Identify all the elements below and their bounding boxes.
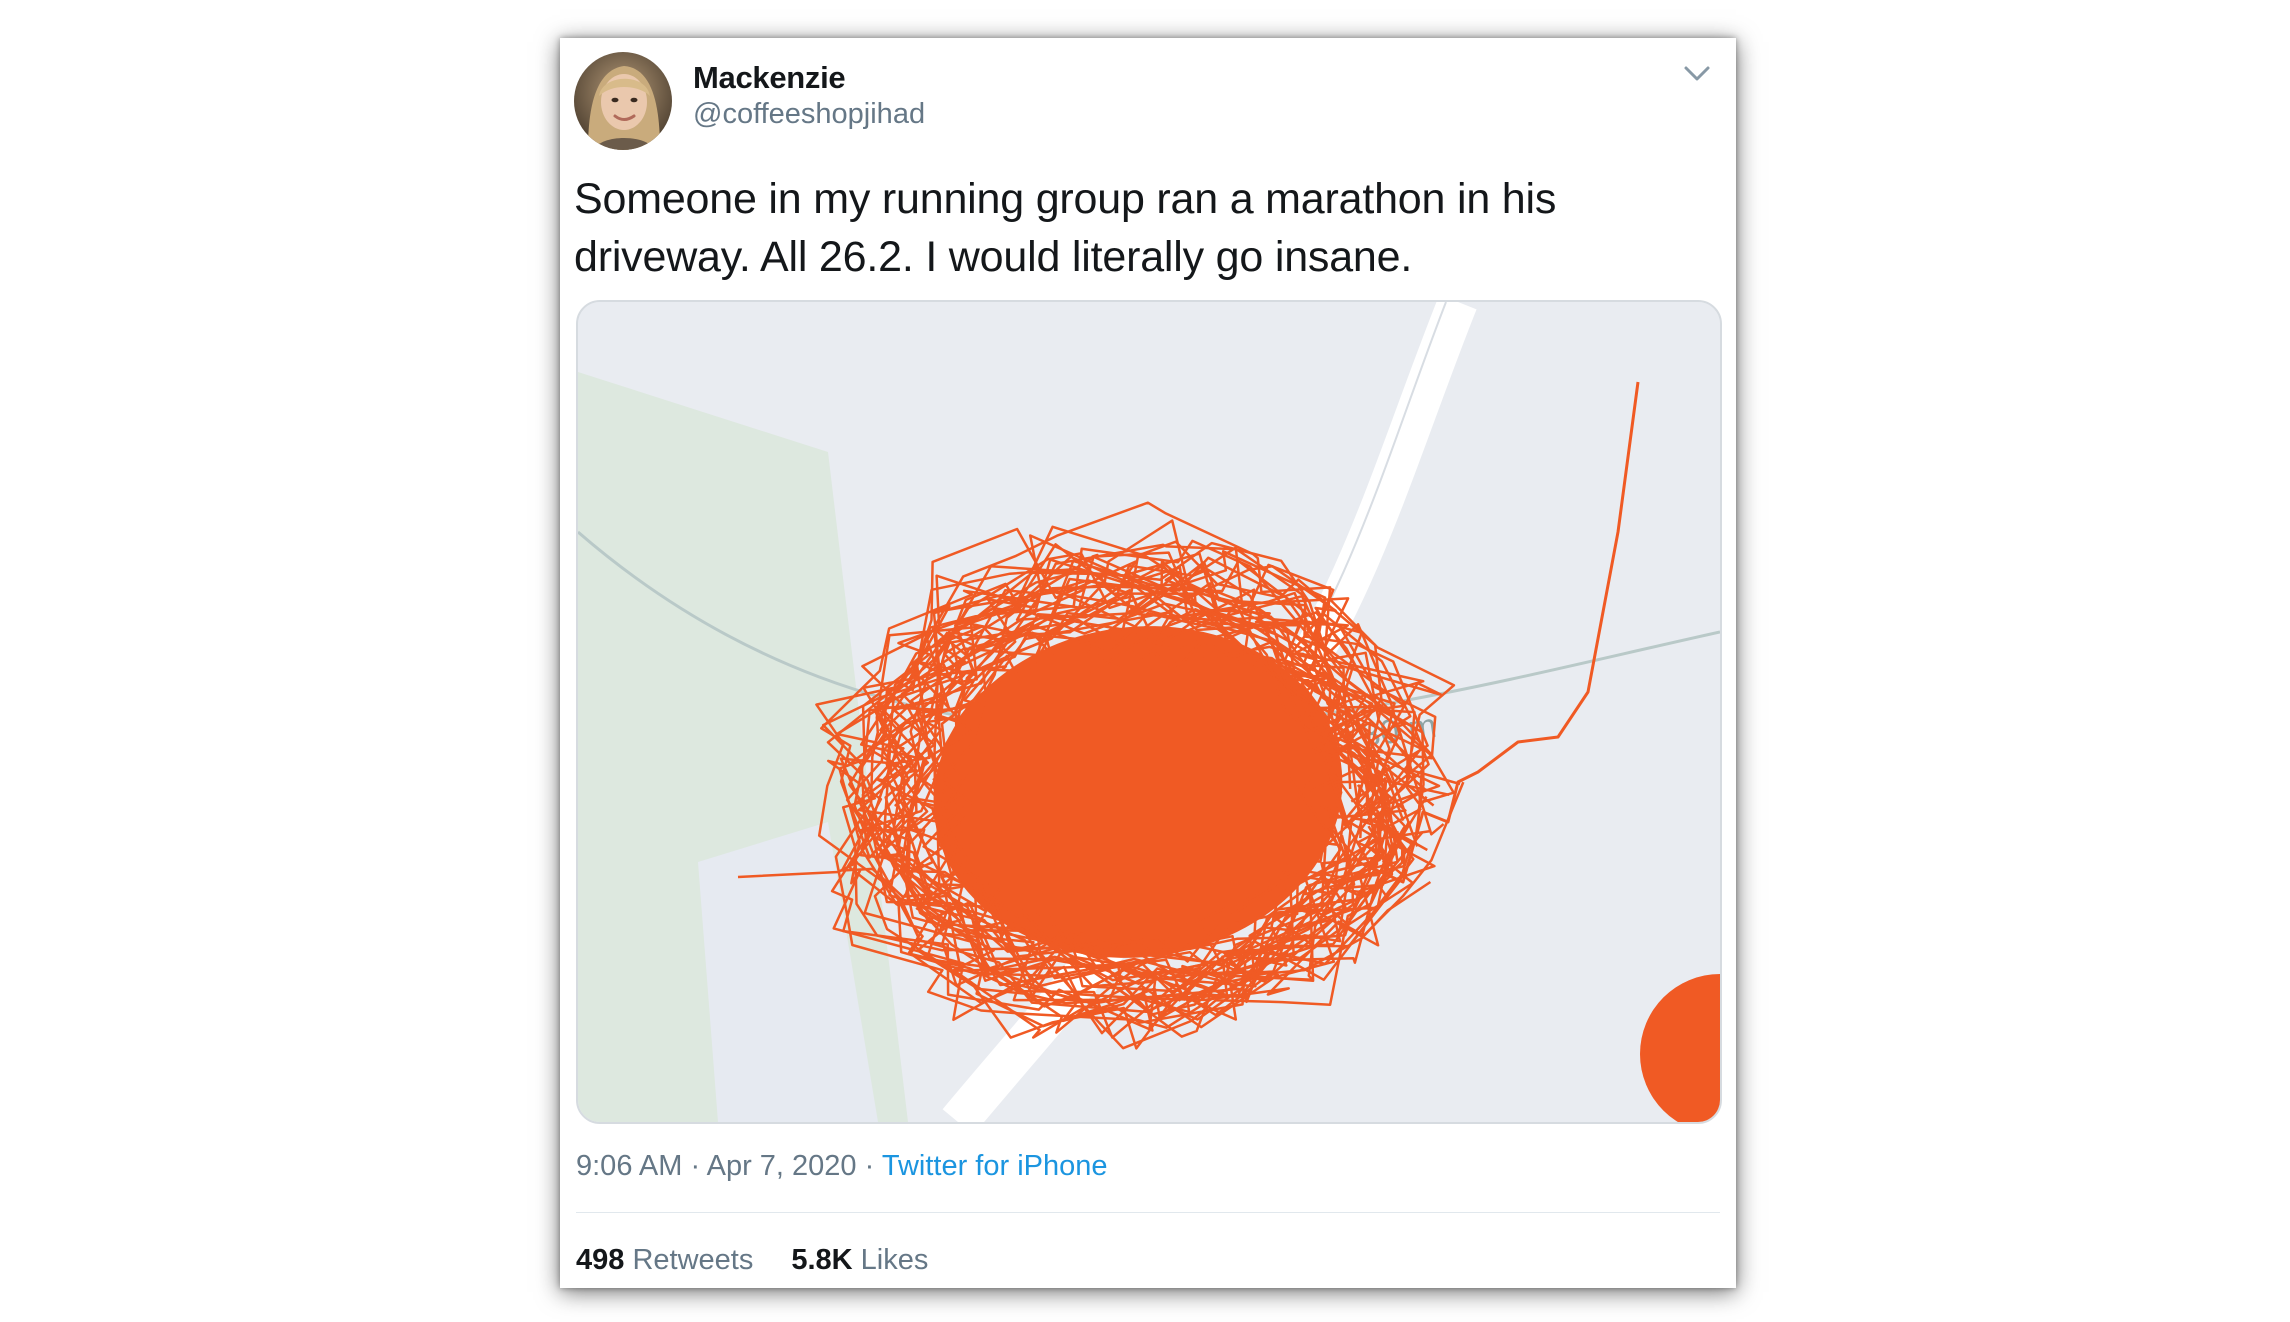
- author-name[interactable]: Mackenzie: [693, 60, 846, 96]
- tweet-meta: 9:06 AM · Apr 7, 2020 · Twitter for iPho…: [576, 1150, 1108, 1183]
- tweet-media-image[interactable]: 30 m: [576, 300, 1722, 1124]
- meta-separator: ·: [690, 1150, 701, 1182]
- likes-label: Likes: [860, 1244, 929, 1276]
- run-route-map: 30 m: [578, 302, 1720, 1122]
- tweet-text-line: driveway. All 26.2. I would literally go…: [574, 233, 1413, 281]
- tweet-text-line: Someone in my running group ran a marath…: [574, 175, 1557, 223]
- tweet-time[interactable]: 9:06 AM: [576, 1150, 682, 1182]
- likes-stat[interactable]: 5.8K Likes: [791, 1244, 928, 1276]
- retweets-stat[interactable]: 498 Retweets: [576, 1244, 753, 1276]
- author-avatar[interactable]: [574, 52, 672, 150]
- author-handle[interactable]: @coffeeshopjihad: [693, 98, 925, 131]
- divider: [576, 1212, 1720, 1213]
- screenshot-stage: Mackenzie @coffeeshopjihad Someone in my…: [0, 0, 2290, 1322]
- tweet-card: Mackenzie @coffeeshopjihad Someone in my…: [560, 38, 1736, 1288]
- tweet-stats: 498 Retweets 5.8K Likes: [576, 1244, 928, 1277]
- tweet-text: Someone in my running group ran a marath…: [574, 170, 1694, 286]
- tweet-date[interactable]: Apr 7, 2020: [707, 1150, 857, 1182]
- likes-count: 5.8K: [791, 1244, 853, 1276]
- retweets-count: 498: [576, 1244, 625, 1276]
- chevron-down-icon[interactable]: [1680, 58, 1714, 88]
- meta-separator: ·: [864, 1150, 875, 1182]
- tweet-source-link[interactable]: Twitter for iPhone: [882, 1150, 1108, 1182]
- retweets-label: Retweets: [632, 1244, 754, 1276]
